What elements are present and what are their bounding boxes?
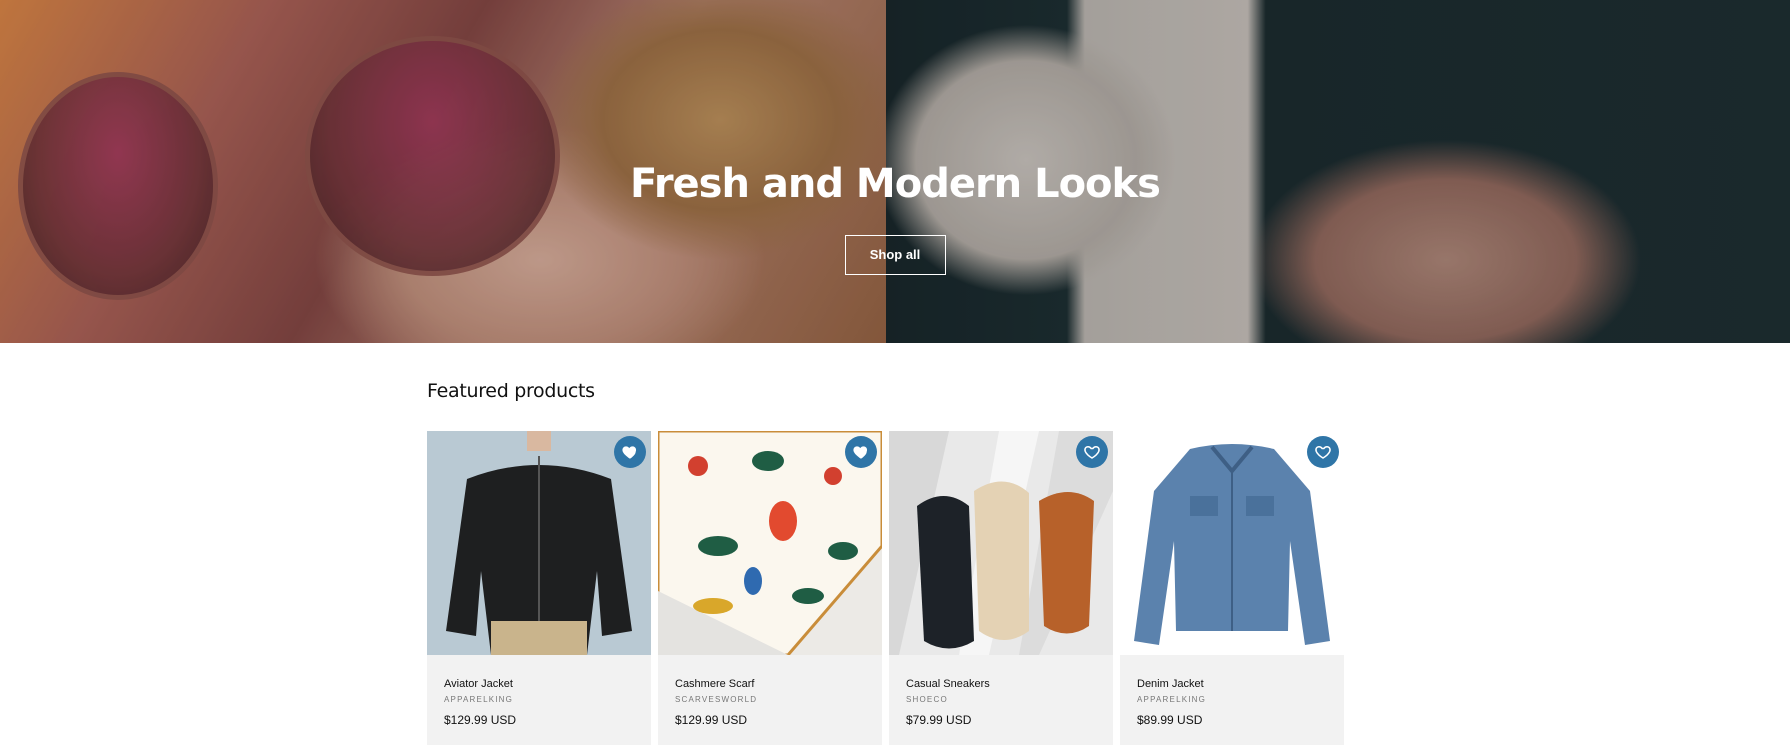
product-info: Aviator Jacket APPARELKING $129.99 USD	[427, 655, 651, 745]
product-image[interactable]	[889, 431, 1113, 655]
aviator-jacket-image	[427, 431, 651, 655]
hero-title: Fresh and Modern Looks	[630, 161, 1161, 207]
product-info: Cashmere Scarf SCARVESWORLD $129.99 USD	[658, 655, 882, 745]
shop-all-button[interactable]: Shop all	[844, 235, 946, 275]
heart-icon	[622, 446, 637, 459]
product-vendor: APPARELKING	[1137, 695, 1207, 704]
product-price: $79.99 USD	[906, 713, 972, 727]
heart-outline-icon	[1315, 445, 1331, 459]
product-grid: Aviator Jacket APPARELKING $129.99 USD C…	[427, 431, 1345, 745]
product-card[interactable]: Aviator Jacket APPARELKING $129.99 USD	[427, 431, 651, 745]
favorite-button[interactable]	[614, 436, 646, 468]
product-price: $89.99 USD	[1137, 713, 1203, 727]
product-image[interactable]	[1120, 431, 1344, 655]
product-info: Casual Sneakers SHOECO $79.99 USD	[889, 655, 1113, 745]
heart-outline-icon	[1084, 445, 1100, 459]
hero-banner: Fresh and Modern Looks Shop all	[0, 0, 1790, 343]
product-image[interactable]	[658, 431, 882, 655]
favorite-button[interactable]	[1076, 436, 1108, 468]
hero-content: Fresh and Modern Looks Shop all	[0, 158, 1790, 275]
product-card[interactable]: Cashmere Scarf SCARVESWORLD $129.99 USD	[658, 431, 882, 745]
heart-icon	[853, 446, 868, 459]
casual-sneakers-image	[889, 431, 1113, 655]
product-vendor: SHOECO	[906, 695, 948, 704]
product-name[interactable]: Aviator Jacket	[444, 677, 635, 691]
product-name[interactable]: Cashmere Scarf	[675, 677, 866, 691]
product-name[interactable]: Denim Jacket	[1137, 677, 1328, 691]
product-vendor: SCARVESWORLD	[675, 695, 758, 704]
product-price: $129.99 USD	[675, 713, 748, 727]
product-image[interactable]	[427, 431, 651, 655]
product-card[interactable]: Denim Jacket APPARELKING $89.99 USD	[1120, 431, 1344, 745]
product-name[interactable]: Casual Sneakers	[906, 677, 1097, 691]
product-info: Denim Jacket APPARELKING $89.99 USD	[1120, 655, 1344, 745]
product-vendor: APPARELKING	[444, 695, 514, 704]
featured-products-heading: Featured products	[427, 380, 595, 402]
favorite-button[interactable]	[1307, 436, 1339, 468]
cashmere-scarf-image	[658, 431, 882, 655]
product-price: $129.99 USD	[444, 713, 517, 727]
favorite-button[interactable]	[845, 436, 877, 468]
denim-jacket-image	[1120, 431, 1344, 655]
product-card[interactable]: Casual Sneakers SHOECO $79.99 USD	[889, 431, 1113, 745]
